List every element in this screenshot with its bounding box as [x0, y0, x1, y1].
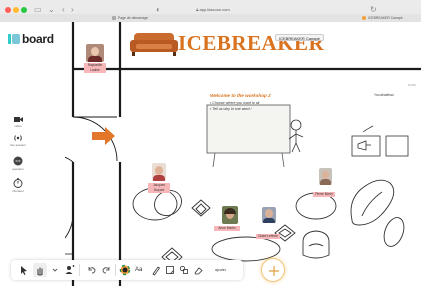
logo-mark-icon — [8, 34, 11, 44]
logo-mark-icon — [12, 34, 20, 44]
sticky-note-icon — [166, 266, 174, 274]
toolbar-divider — [115, 264, 116, 276]
add-content-button[interactable] — [261, 258, 285, 282]
participant-name-tag: Anne Martin — [214, 226, 240, 231]
sidebar-item-label: vidéo — [14, 124, 22, 128]
avatar-body — [88, 56, 102, 62]
tab-favicon-icon — [362, 16, 366, 20]
presenter-figure — [288, 119, 304, 153]
eraser-button[interactable] — [191, 263, 205, 277]
avatar-body — [153, 175, 165, 181]
maximize-window-button[interactable] — [21, 7, 27, 13]
participant-name-tag: Claire Lefèvre — [256, 234, 280, 239]
participant-avatar[interactable] — [86, 44, 104, 62]
sidebar-item-label: live session — [10, 143, 26, 147]
avatar-face — [91, 47, 99, 56]
undo-button[interactable] — [85, 263, 99, 277]
projector-sketch — [351, 135, 409, 157]
chevron-down-icon — [52, 268, 58, 272]
brush-icon — [152, 266, 161, 276]
tab-start-page[interactable]: Page de démarrage — [118, 14, 148, 22]
sticky-note-button[interactable] — [163, 263, 177, 277]
sidebar-item-timer[interactable]: minuteur — [3, 178, 33, 193]
broadcast-icon — [14, 135, 22, 141]
add-participant-button[interactable] — [62, 263, 76, 277]
participant-name-tag: Jacques Dupont — [148, 183, 170, 193]
cursor-icon — [21, 266, 27, 275]
video-icon — [13, 117, 23, 122]
close-window-button[interactable] — [5, 7, 11, 13]
avatar-body — [320, 179, 331, 185]
redo-icon — [102, 267, 110, 274]
participant-name-tag: Raphaëlle Laubie — [84, 63, 106, 73]
board-app: board vidéo live session question minute… — [0, 22, 421, 286]
hand-icon — [37, 267, 43, 276]
furniture[interactable] — [132, 179, 408, 267]
hand-tool-button[interactable] — [33, 263, 47, 277]
avatar-face — [155, 166, 163, 175]
tab-bar: Page de démarrage ICEBREAKER Canapé — [0, 14, 421, 22]
sidebar-item-label: question — [12, 167, 24, 171]
url-text: app.klaxoon.com — [199, 7, 230, 12]
timer-icon — [13, 178, 23, 188]
tab-icebreaker[interactable]: ICEBREAKER Canapé — [368, 14, 403, 22]
sofa-image[interactable] — [130, 33, 178, 56]
redo-button[interactable] — [99, 263, 113, 277]
annotation-text: You at/ableau — [374, 93, 394, 97]
participant-name-tag: Pierre Morel — [313, 192, 335, 197]
avatar-face — [322, 171, 329, 179]
welcome-line-2: • Tell us why in one word ! — [210, 107, 252, 111]
toolbar-divider — [79, 264, 80, 276]
browser-chrome: ▭ ⌄ ‹ › ◐ 🔒︎ app.klaxoon.com ↻ Page de d… — [0, 0, 421, 22]
sidebar-item-question[interactable]: question — [3, 156, 33, 171]
welcome-heading: Welcome to the workshop 2 — [210, 93, 271, 98]
color-picker-button[interactable] — [118, 263, 132, 277]
participant-avatar[interactable] — [319, 168, 332, 185]
sidebar-item-video[interactable]: vidéo — [3, 116, 33, 128]
welcome-line-text: Tell us why in one word ! — [212, 107, 252, 111]
chat-icon — [13, 156, 23, 166]
screenshot-root: ▭ ⌄ ‹ › ◐ 🔒︎ app.klaxoon.com ↻ Page de d… — [0, 0, 421, 286]
bottom-toolbar: Aa ajouter — [11, 260, 243, 280]
shapes-icon — [179, 265, 188, 274]
title-tooltip: ICEBREAKER Canapé — [275, 34, 324, 41]
add-user-icon — [65, 265, 75, 274]
brush-tool-button[interactable] — [149, 263, 163, 277]
sidebar-item-live-session[interactable]: live session — [3, 134, 33, 147]
avatar-face — [265, 209, 273, 218]
logo-text: board — [22, 32, 54, 46]
avatar-body — [263, 218, 275, 223]
plus-icon — [269, 266, 279, 276]
corner-label: 10:00 — [408, 83, 416, 87]
eraser-icon — [194, 267, 203, 275]
participant-avatar[interactable] — [152, 163, 166, 181]
sidebar: board vidéo live session question minute… — [0, 22, 65, 286]
avatar-hair — [224, 208, 236, 214]
add-menu-button[interactable]: ajouter — [215, 264, 226, 276]
color-wheel-icon — [119, 264, 131, 276]
welcome-text: Welcome to the workshop 2 • Choose where… — [210, 92, 288, 112]
participant-avatar[interactable] — [222, 206, 238, 224]
shapes-button[interactable] — [177, 263, 191, 277]
undo-icon — [88, 267, 96, 274]
tab-favicon-icon — [112, 16, 116, 20]
select-tool-button[interactable] — [17, 263, 31, 277]
sidebar-item-label: minuteur — [12, 189, 24, 193]
participant-avatar[interactable] — [262, 207, 276, 223]
welcome-board[interactable] — [206, 104, 291, 168]
text-tool-button[interactable]: Aa — [135, 264, 142, 276]
dropdown-button[interactable] — [48, 263, 62, 277]
minimize-window-button[interactable] — [13, 7, 19, 13]
annotation-arrow — [362, 125, 374, 133]
welcome-line-text: Choose where you want to sit — [212, 101, 260, 105]
